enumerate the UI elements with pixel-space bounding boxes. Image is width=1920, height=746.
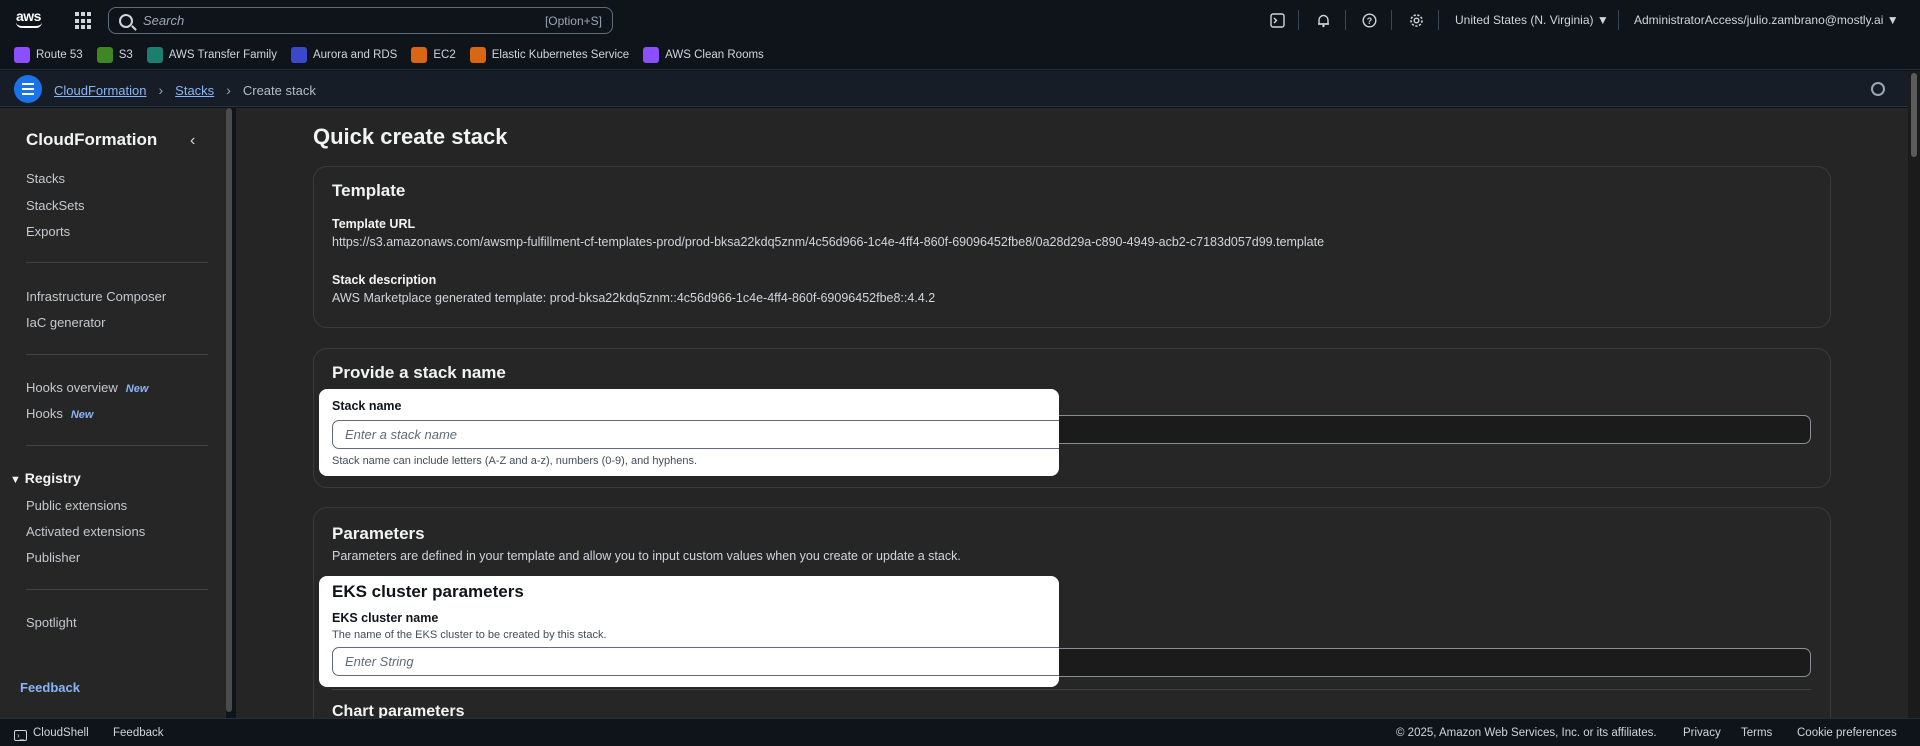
breadcrumb-cloudformation[interactable]: CloudFormation (54, 83, 147, 98)
aws-logo[interactable]: aws (16, 8, 46, 32)
sidebar-item-infrastructure-composer[interactable]: Infrastructure Composer (26, 289, 166, 304)
side-navigation: CloudFormation ‹ Stacks StackSets Export… (0, 108, 226, 718)
breadcrumb: CloudFormation › Stacks › Create stack (54, 82, 316, 98)
main-scrollbar[interactable] (1908, 71, 1920, 718)
stack-name-label: Stack name (332, 399, 402, 413)
sidebar-item-hooks-overview[interactable]: Hooks overview New (26, 380, 148, 395)
favorite-ec2[interactable]: EC2 (411, 46, 456, 63)
collapse-sidebar-icon[interactable]: ‹ (190, 132, 195, 150)
chevron-right-icon: › (226, 82, 231, 98)
services-menu-icon[interactable] (75, 12, 93, 30)
cloudshell-icon[interactable] (1269, 12, 1285, 28)
sidebar-item-exports[interactable]: Exports (26, 224, 70, 239)
footer: ›_ CloudShell Feedback © 2025, Amazon Web… (0, 718, 1920, 746)
template-url-label: Template URL (332, 217, 416, 231)
cookie-preferences-link[interactable]: Cookie preferences (1797, 727, 1897, 739)
eks-cluster-name-label: EKS cluster name (332, 611, 439, 625)
top-navigation: aws [Option+S] ? United States (N. Virgi… (0, 0, 1920, 40)
parameters-heading: Parameters (332, 524, 425, 543)
service-icon (146, 46, 163, 63)
service-icon (411, 46, 428, 63)
scrollbar-thumb[interactable] (1911, 73, 1917, 157)
stack-name-input[interactable] (332, 420, 1059, 449)
chart-parameters-heading: Chart parameters (332, 703, 465, 718)
caret-down-icon: ▼ (10, 474, 21, 486)
sidebar-item-publisher[interactable]: Publisher (26, 550, 80, 565)
bell-icon[interactable] (1315, 12, 1331, 28)
copyright-text: © 2025, Amazon Web Services, Inc. or its… (1396, 727, 1657, 739)
sidebar-item-hooks[interactable]: Hooks New (26, 406, 93, 421)
eks-cluster-name-hint: The name of the EKS cluster to be create… (332, 629, 607, 641)
sidebar-title[interactable]: CloudFormation (26, 130, 157, 150)
favorite-aurora-and-rds[interactable]: Aurora and RDS (290, 46, 397, 63)
stack-name-heading: Provide a stack name (332, 363, 506, 382)
sidebar-item-stacksets[interactable]: StackSets (26, 198, 85, 213)
terms-link[interactable]: Terms (1741, 727, 1772, 739)
cloudshell-icon: ›_ (14, 730, 27, 741)
favorite-s3[interactable]: S3 (96, 46, 133, 63)
new-badge: New (70, 409, 94, 421)
svg-text:?: ? (1366, 16, 1372, 26)
help-icon[interactable]: ? (1361, 12, 1377, 28)
sidebar-section-registry[interactable]: ▼ Registry (10, 470, 81, 486)
sidebar-item-stacks[interactable]: Stacks (26, 171, 65, 186)
stack-name-field-highlight: Stack name Stack name can include letter… (319, 389, 1059, 476)
sidebar-item-spotlight[interactable]: Spotlight (26, 615, 77, 630)
region-selector[interactable]: United States (N. Virginia) ▼ (1455, 13, 1609, 27)
favorite-aws-transfer-family[interactable]: AWS Transfer Family (146, 46, 277, 63)
sidebar-scrollbar[interactable] (226, 108, 232, 712)
footer-feedback-link[interactable]: Feedback (113, 727, 164, 739)
tools-panel-icon[interactable] (1871, 82, 1885, 96)
eks-cluster-name-input[interactable] (332, 647, 1059, 676)
cloudshell-button[interactable]: ›_ CloudShell (14, 727, 89, 741)
service-icon (290, 46, 307, 63)
breadcrumb-stacks[interactable]: Stacks (175, 83, 214, 98)
search-bar[interactable]: [Option+S] (108, 7, 613, 34)
eks-cluster-parameters-highlight: EKS cluster parameters EKS cluster name … (319, 576, 1059, 687)
page-title: Quick create stack (313, 124, 508, 149)
gear-icon[interactable] (1408, 12, 1424, 28)
chevron-right-icon: › (158, 82, 164, 98)
service-icon (643, 46, 660, 63)
template-heading: Template (332, 181, 406, 200)
template-card: Template Template URL https://s3.amazona… (313, 166, 1831, 328)
parameters-description: Parameters are defined in your template … (332, 549, 961, 563)
search-icon (119, 13, 133, 28)
service-icon (96, 46, 113, 63)
caret-down-icon: ▼ (1596, 13, 1609, 27)
search-input[interactable] (143, 13, 533, 28)
eks-cluster-parameters-heading: EKS cluster parameters (332, 582, 524, 601)
stack-description-value: AWS Marketplace generated template: prod… (332, 291, 936, 305)
stack-description-label: Stack description (332, 273, 437, 287)
sidebar-feedback-link[interactable]: Feedback (20, 680, 80, 695)
service-icon (469, 46, 486, 63)
favorite-elastic-kubernetes-service[interactable]: Elastic Kubernetes Service (469, 46, 629, 63)
stack-name-hint: Stack name can include letters (A-Z and … (332, 455, 698, 467)
sidebar-item-public-extensions[interactable]: Public extensions (26, 498, 127, 513)
template-url-value: https://s3.amazonaws.com/awsmp-fulfillme… (332, 235, 1325, 249)
favorites-bar: Route 53 S3 AWS Transfer Family Aurora and … (0, 40, 1920, 70)
sidebar-item-iac-generator[interactable]: IaC generator (26, 315, 106, 330)
service-icon (14, 46, 30, 63)
sidebar-item-activated-extensions[interactable]: Activated extensions (26, 524, 145, 539)
search-shortcut-hint: [Option+S] (544, 13, 602, 28)
favorite-aws-clean-rooms[interactable]: AWS Clean Rooms (643, 46, 764, 63)
side-navigation-toggle[interactable] (14, 75, 42, 103)
favorite-route-53[interactable]: Route 53 (14, 46, 83, 63)
account-menu[interactable]: AdministratorAccess/julio.zambrano@mostl… (1634, 13, 1899, 27)
new-badge: New (125, 383, 149, 395)
breadcrumb-current: Create stack (242, 82, 316, 98)
page-header: CloudFormation › Stacks › Create stack (0, 71, 1908, 107)
privacy-link[interactable]: Privacy (1683, 727, 1721, 739)
caret-down-icon: ▼ (1886, 13, 1899, 27)
